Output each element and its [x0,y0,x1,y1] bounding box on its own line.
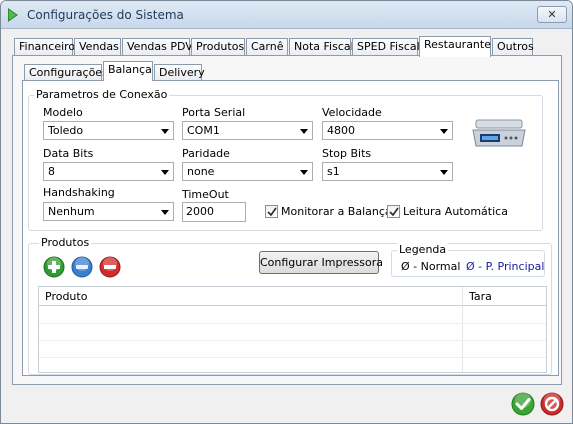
chevron-down-icon [300,129,308,134]
porta-serial-select[interactable]: COM1 [182,121,313,140]
tab-sped-fiscal[interactable]: SPED Fiscal [352,38,420,56]
checkbox-box [387,205,400,218]
produtos-legend: Produtos [39,236,92,249]
handshaking-value: Nenhum [48,205,95,218]
velocidade-value: 4800 [327,124,355,137]
cancel-icon [540,392,564,416]
tab-produtos[interactable]: Produtos [191,38,245,56]
handshaking-label: Handshaking [43,186,115,199]
porta-serial-label: Porta Serial [182,106,246,119]
subtab-configuracoes[interactable]: Configurações [24,64,108,81]
porta-serial-value: COM1 [187,124,220,137]
modelo-select[interactable]: Toledo [43,121,174,140]
tab-outros[interactable]: Outros [492,38,534,56]
velocidade-select[interactable]: 4800 [322,121,453,140]
window-title: Configurações do Sistema [27,8,184,22]
settings-window: Configurações do Sistema ✕ Financeiro Ve… [0,0,573,424]
cancel-button[interactable] [540,392,564,416]
tab-vendas-pdv[interactable]: Vendas PDV [122,38,193,56]
column-header-produto: Produto [45,290,88,303]
chevron-down-icon [161,129,169,134]
subtab-delivery[interactable]: Delivery [154,64,205,81]
chevron-down-icon [161,170,169,175]
tab-restaurante[interactable]: Restaurante [419,36,491,57]
scale-image [470,116,528,150]
legenda-normal: Ø - Normal [401,260,461,273]
legenda-principal: Ø - P. Principal [466,260,545,273]
title-bar: Configurações do Sistema ✕ [1,1,572,29]
table-header: Produto Tara [39,287,546,306]
stopbits-select[interactable]: s1 [322,162,453,181]
stopbits-label: Stop Bits [322,147,372,160]
table-row [39,340,546,341]
minus-icon [99,256,121,278]
configurar-impressora-button[interactable]: Configurar Impressora [259,251,383,274]
chevron-down-icon [440,170,448,175]
chevron-down-icon [300,170,308,175]
column-divider [546,287,547,373]
paridade-value: none [187,165,215,178]
databits-select[interactable]: 8 [43,162,174,181]
modelo-label: Modelo [43,106,83,119]
column-divider [462,287,463,372]
add-product-button[interactable] [43,256,65,278]
databits-value: 8 [48,165,55,178]
tab-carne[interactable]: Carnê [246,38,288,56]
databits-label: Data Bits [43,147,94,160]
remove-product-button[interactable] [99,256,121,278]
modelo-value: Toledo [48,124,84,137]
paridade-select[interactable]: none [182,162,313,181]
paridade-label: Paridade [182,147,230,160]
ok-button[interactable] [511,392,535,416]
subtab-balanca[interactable]: Balança [103,61,153,81]
tab-vendas[interactable]: Vendas [74,38,121,56]
edit-icon [71,256,93,278]
legenda-title: Legenda [397,243,449,256]
table-row [39,357,546,358]
checkmark-icon [511,392,535,416]
checkbox-box [265,205,278,218]
monitorar-checkbox[interactable]: Monitorar a Balança [265,205,392,219]
app-icon [8,7,20,23]
chevron-down-icon [161,210,169,215]
handshaking-select[interactable]: Nenhum [43,202,174,221]
column-header-tara: Tara [469,290,492,303]
table-row [39,323,546,324]
produtos-table[interactable]: Produto Tara [38,286,547,373]
close-button[interactable]: ✕ [537,6,567,23]
tab-financeiro[interactable]: Financeiro [14,38,75,56]
edit-product-button[interactable] [71,256,93,278]
monitorar-label: Monitorar a Balança [281,205,392,218]
stopbits-value: s1 [327,165,340,178]
leitura-checkbox[interactable]: Leitura Automática [387,205,508,219]
timeout-input[interactable]: 2000 [182,202,246,222]
velocidade-label: Velocidade [322,106,382,119]
timeout-label: TimeOut [182,188,229,201]
plus-icon [43,256,65,278]
conexao-legend: Parametros de Conexão [34,88,170,101]
leitura-label: Leitura Automática [403,205,508,218]
chevron-down-icon [440,129,448,134]
tab-nota-fiscal[interactable]: Nota Fiscal [289,38,354,56]
